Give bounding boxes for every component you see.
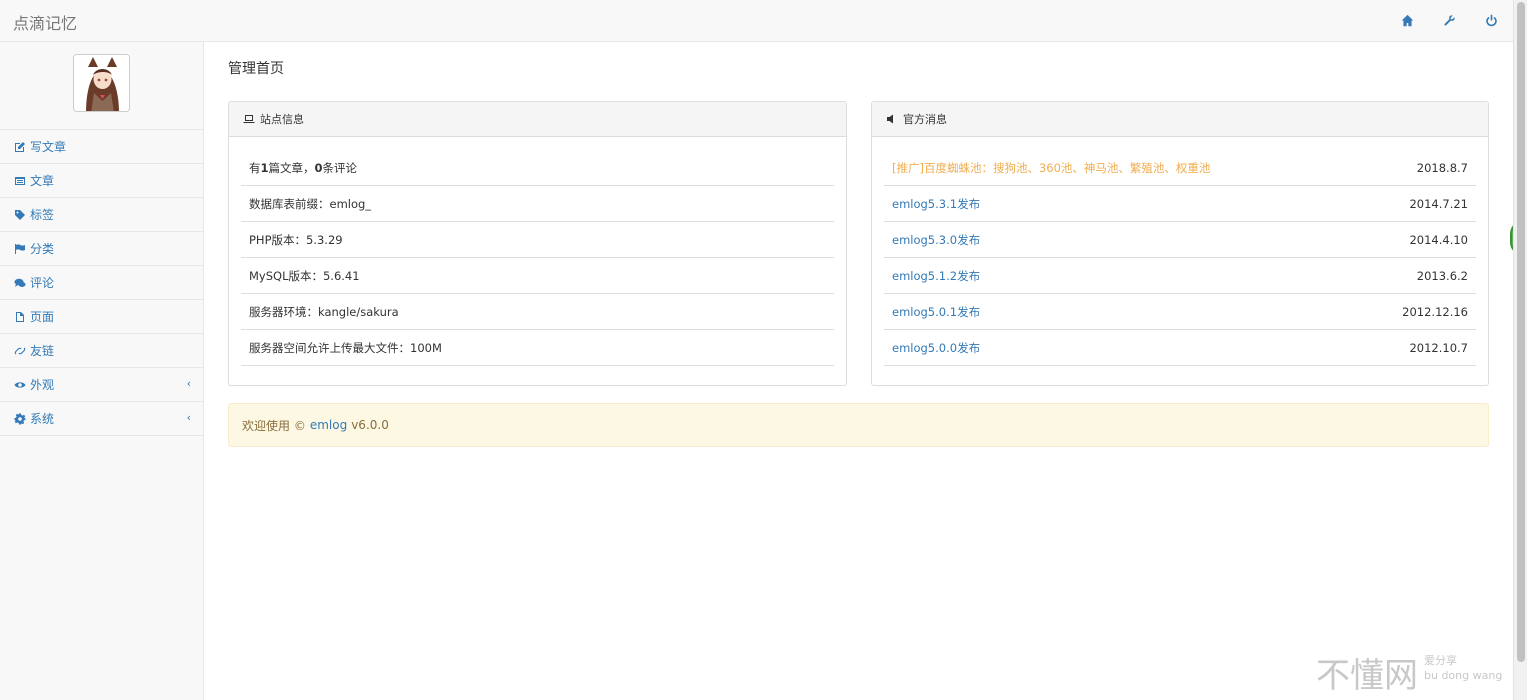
site-stats-row: 有 1 篇文章， 0 条评论 [241, 150, 834, 186]
sidebar-item-articles[interactable]: 文章 [0, 164, 203, 198]
comment-count: 0 [314, 160, 323, 175]
list-item: 数据库表前缀：emlog_ [241, 186, 834, 222]
list-item: MySQL版本：5.6.41 [241, 258, 834, 294]
site-info-panel: 站点信息 有 1 篇文章， 0 条评论 数据库表前缀：emlog_ PHP版本：5.3.… [228, 101, 847, 386]
sidebar-item-label: 分类 [30, 242, 55, 256]
news-date: 2014.7.21 [1409, 196, 1468, 211]
top-icons [1399, 12, 1499, 28]
page-title: 管理首页 [228, 61, 284, 77]
wrench-icon[interactable] [1441, 12, 1457, 28]
news-link[interactable]: emlog5.0.1发布 [892, 304, 980, 320]
sidebar-item-write[interactable]: 写文章 [0, 130, 203, 164]
emlog-link[interactable]: emlog [310, 418, 347, 432]
news-item: emlog5.0.0发布 2012.10.7 [884, 330, 1476, 366]
link-icon [14, 345, 26, 357]
sidebar-item-appearance[interactable]: 外观 ‹ [0, 368, 203, 402]
chevron-left-icon: ‹ [186, 411, 191, 424]
eye-icon [14, 379, 26, 391]
sidebar-item-label: 文章 [30, 174, 55, 188]
home-icon[interactable] [1399, 12, 1415, 28]
news-item: emlog5.3.0发布 2014.4.10 [884, 222, 1476, 258]
sidebar-item-label: 写文章 [30, 140, 67, 154]
news-item: emlog5.3.1发布 2014.7.21 [884, 186, 1476, 222]
sidebar-item-label: 评论 [30, 276, 55, 290]
news-item: emlog5.0.1发布 2012.12.16 [884, 294, 1476, 330]
news-item: [推广]百度蜘蛛池：搜狗池、360池、神马池、繁殖池、权重池 2018.8.7 [884, 150, 1476, 186]
news-date: 2012.10.7 [1409, 340, 1468, 355]
sidebar-item-links[interactable]: 友链 [0, 334, 203, 368]
watermark-pinyin: bu dong wang [1424, 669, 1503, 682]
news-date: 2012.12.16 [1402, 304, 1468, 319]
gear-icon [14, 413, 26, 425]
watermark-subtext: 爱分享 bu dong wang [1424, 653, 1502, 683]
sidebar-item-label: 系统 [30, 412, 55, 426]
news-link[interactable]: emlog5.1.2发布 [892, 268, 980, 284]
top-navbar: 点滴记忆 [0, 0, 1513, 42]
sidebar-item-label: 标签 [30, 208, 55, 222]
scrollbar-thumb[interactable] [1517, 2, 1525, 662]
news-date: 2018.8.7 [1416, 160, 1468, 175]
sidebar-item-tags[interactable]: 标签 [0, 198, 203, 232]
panel-title: 官方消息 [903, 113, 947, 126]
site-info-list: 有 1 篇文章， 0 条评论 数据库表前缀：emlog_ PHP版本：5.3.29 My… [229, 137, 846, 366]
welcome-text: 欢迎使用 © [242, 418, 306, 433]
stats-mid: 篇文章， [268, 160, 315, 175]
sidebar-item-system[interactable]: 系统 ‹ [0, 402, 203, 436]
file-icon [14, 311, 26, 323]
stats-prefix: 有 [249, 160, 261, 175]
volume-icon [887, 114, 893, 124]
edit-icon [14, 141, 26, 153]
avatar[interactable] [73, 54, 130, 112]
power-icon[interactable] [1483, 12, 1499, 28]
official-news-panel: 官方消息 [推广]百度蜘蛛池：搜狗池、360池、神马池、繁殖池、权重池 2018… [871, 101, 1489, 386]
news-link[interactable]: emlog5.0.0发布 [892, 340, 980, 356]
news-item: emlog5.1.2发布 2013.6.2 [884, 258, 1476, 294]
list-item: PHP版本：5.3.29 [241, 222, 834, 258]
panel-heading: 站点信息 [229, 102, 846, 137]
comments-icon [14, 277, 26, 289]
tags-icon [14, 209, 26, 221]
site-brand[interactable]: 点滴记忆 [13, 10, 77, 34]
sidebar-item-label: 外观 [30, 378, 55, 392]
watermark-slogan: 爱分享 [1424, 654, 1457, 667]
stats-suffix: 条评论 [322, 160, 358, 175]
sidebar-item-pages[interactable]: 页面 [0, 300, 203, 334]
sidebar-item-label: 页面 [30, 310, 55, 324]
welcome-alert: 欢迎使用 © emlog v6.0.0 [228, 403, 1489, 447]
sidebar-item-comments[interactable]: 评论 [0, 266, 203, 300]
sidebar: 写文章 文章 标签 分类 评论 页面 友链 外观 ‹ 系统 ‹ [0, 42, 204, 700]
vertical-scrollbar[interactable] [1513, 0, 1527, 700]
panel-heading: 官方消息 [872, 102, 1488, 137]
article-count: 1 [260, 160, 269, 175]
flag-icon [14, 243, 26, 255]
list-item: 服务器环境：kangle/sakura [241, 294, 834, 330]
news-link[interactable]: emlog5.3.1发布 [892, 196, 980, 212]
news-link[interactable]: emlog5.3.0发布 [892, 232, 980, 248]
news-link[interactable]: [推广]百度蜘蛛池：搜狗池、360池、神马池、繁殖池、权重池 [892, 160, 1210, 176]
avatar-area [0, 42, 203, 130]
sidebar-item-categories[interactable]: 分类 [0, 232, 203, 266]
panel-title: 站点信息 [260, 113, 304, 126]
version-text: v6.0.0 [351, 418, 389, 432]
sidebar-item-label: 友链 [30, 344, 55, 358]
watermark-logo: 不懂网 [1316, 656, 1418, 696]
chevron-left-icon: ‹ [186, 377, 191, 390]
list-icon [14, 175, 26, 187]
list-item: 服务器空间允许上传最大文件：100M [241, 330, 834, 366]
laptop-icon [243, 115, 255, 123]
news-list: [推广]百度蜘蛛池：搜狗池、360池、神马池、繁殖池、权重池 2018.8.7 … [872, 137, 1488, 366]
news-date: 2013.6.2 [1416, 268, 1468, 283]
news-date: 2014.4.10 [1409, 232, 1468, 247]
